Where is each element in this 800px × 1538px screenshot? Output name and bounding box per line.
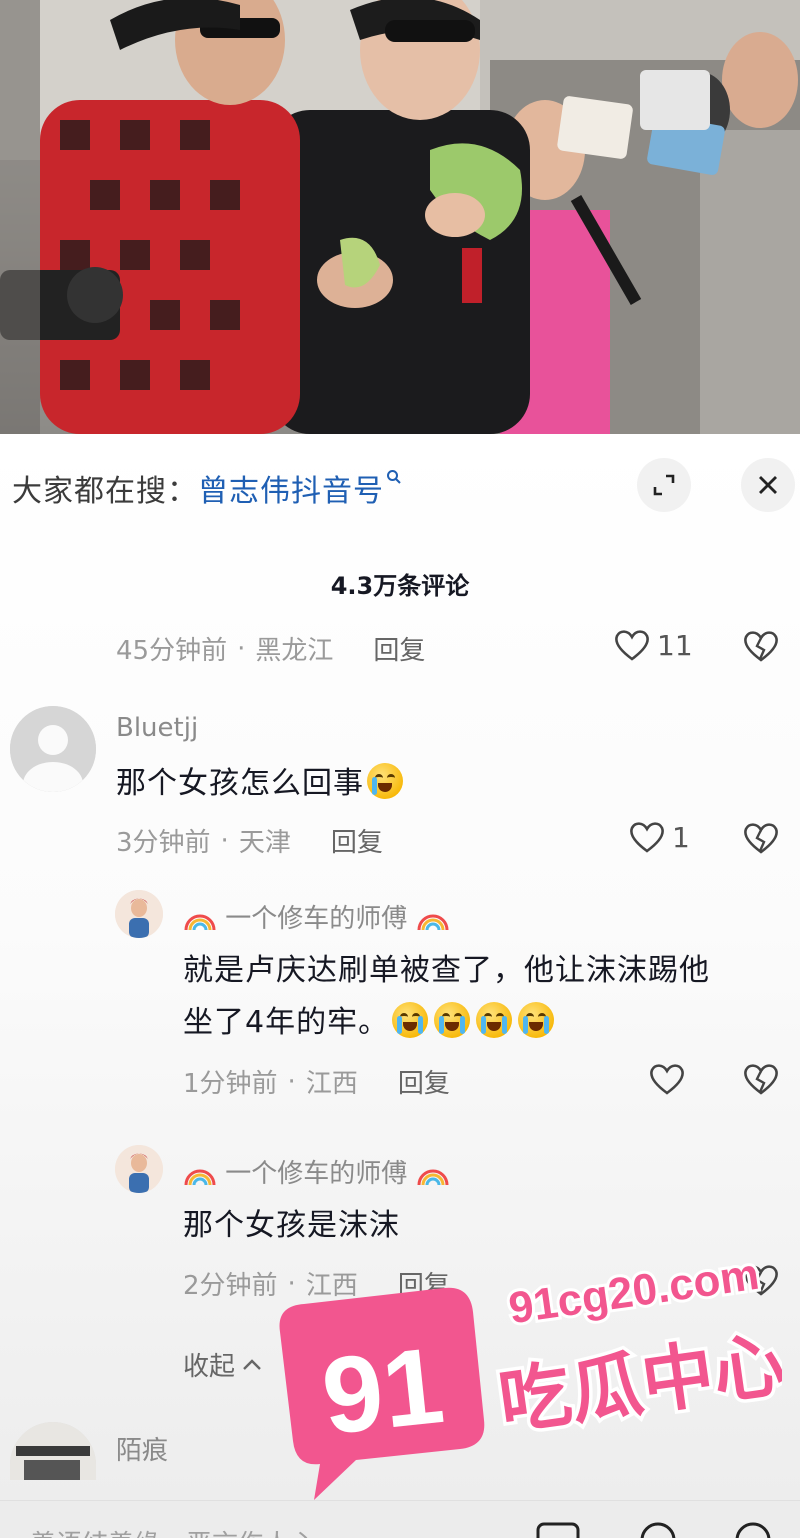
at-icon[interactable] <box>638 1520 678 1538</box>
reply-text: 就是卢庆达刷单被查了，他让沫沫踢他 坐了4年的牢。 <box>183 945 793 1049</box>
video-frame[interactable] <box>0 0 800 434</box>
comment-time: 45分钟前 <box>116 636 228 666</box>
search-suggestion-term[interactable]: 曾志伟抖音号 <box>198 466 384 510</box>
watermark-title: 吃瓜中心 <box>494 1321 782 1444</box>
heart-icon <box>650 1064 684 1095</box>
collapse-replies-button[interactable]: 收起 <box>183 1346 263 1383</box>
comment-username[interactable]: Bluetjj <box>116 713 198 743</box>
dislike-button[interactable] <box>742 629 780 667</box>
comment-username[interactable]: 陌痕 <box>116 1430 168 1467</box>
crying-emoji-icon <box>392 1002 429 1038</box>
reply-username[interactable]: 一个修车的师傅 <box>183 898 450 935</box>
like-button[interactable]: 11 <box>613 628 693 662</box>
emoji-icon[interactable] <box>733 1520 773 1538</box>
reply-username-text: 一个修车的师傅 <box>225 1159 408 1189</box>
expand-button[interactable] <box>637 458 691 512</box>
comment-text-content: 那个女孩怎么回事 <box>116 766 364 801</box>
image-icon[interactable] <box>536 1520 580 1538</box>
dislike-button[interactable] <box>742 821 780 859</box>
reply-username[interactable]: 一个修车的师傅 <box>183 1153 450 1190</box>
close-icon <box>759 476 777 494</box>
like-count: 1 <box>672 820 690 854</box>
reply-meta: 1分钟前 · 江西 回复 <box>183 1063 450 1100</box>
expand-icon <box>653 474 675 496</box>
heart-icon <box>630 822 664 853</box>
broken-heart-icon <box>744 1064 778 1095</box>
comment-meta: 3分钟前 · 天津 回复 <box>116 822 383 859</box>
broken-heart-icon <box>744 823 778 854</box>
avatar[interactable] <box>10 706 96 792</box>
rainbow-icon <box>417 914 449 930</box>
rainbow-icon <box>184 914 216 930</box>
rainbow-icon <box>417 1169 449 1185</box>
reply-button[interactable]: 回复 <box>373 630 425 667</box>
reply-text-line: 就是卢庆达刷单被查了，他让沫沫踢他 <box>183 953 710 988</box>
chevron-up-icon <box>243 1358 261 1370</box>
crying-emoji-icon <box>434 1002 471 1038</box>
reply-avatar[interactable] <box>115 1145 163 1193</box>
comment-meta: 45分钟前 · 黑龙江 回复 <box>116 630 425 667</box>
reply-avatar[interactable] <box>115 890 163 938</box>
rainbow-icon <box>184 1169 216 1185</box>
broken-heart-icon <box>744 631 778 662</box>
close-button[interactable] <box>741 458 795 512</box>
search-suggestion-prefix: 大家都在搜： <box>12 474 198 509</box>
dislike-button[interactable] <box>742 1062 780 1100</box>
like-button[interactable] <box>648 1062 686 1096</box>
reply-text-line-with-emoji: 坐了4年的牢。 <box>183 997 793 1049</box>
reply-location: 江西 <box>305 1069 358 1099</box>
reply-button[interactable]: 回复 <box>398 1063 450 1100</box>
like-count: 11 <box>657 628 693 662</box>
like-button[interactable]: 1 <box>628 820 690 854</box>
watermark-badge-text: 91 <box>317 1324 449 1457</box>
user-avatar-icon <box>115 1145 163 1193</box>
search-icon <box>386 469 402 490</box>
reply-time: 1分钟前 <box>183 1069 278 1099</box>
search-suggestion[interactable]: 大家都在搜： 曾志伟抖音号 <box>12 466 402 510</box>
watermark-logo: 91 91cg20.com 吃瓜中心 <box>262 1222 794 1502</box>
crying-emoji-icon <box>476 1002 513 1038</box>
comment-text: 那个女孩怎么回事 <box>116 758 406 810</box>
comment-location: 天津 <box>238 828 291 858</box>
reply-text-line: 坐了4年的牢。 <box>183 1005 390 1040</box>
rofl-emoji-icon <box>367 763 403 799</box>
comment-count-title: 4.3万条评论 <box>330 572 470 600</box>
crying-emoji-icon <box>518 1002 555 1038</box>
collapse-label: 收起 <box>183 1352 236 1382</box>
comment-time: 3分钟前 <box>116 828 211 858</box>
heart-icon <box>615 630 649 661</box>
comment-location: 黑龙江 <box>255 636 334 666</box>
watermark-graphic: 91 91cg20.com 吃瓜中心 <box>279 1247 794 1500</box>
video-frame-image <box>0 0 800 434</box>
comment-input-placeholder[interactable]: 善语结善缘，恶言伤人心 <box>30 1524 316 1538</box>
default-avatar-icon <box>10 706 96 792</box>
reply-button[interactable]: 回复 <box>331 822 383 859</box>
reply-username-text: 一个修车的师傅 <box>225 904 408 934</box>
watermark-site: 91cg20.com <box>506 1250 762 1334</box>
user-avatar-icon <box>115 890 163 938</box>
